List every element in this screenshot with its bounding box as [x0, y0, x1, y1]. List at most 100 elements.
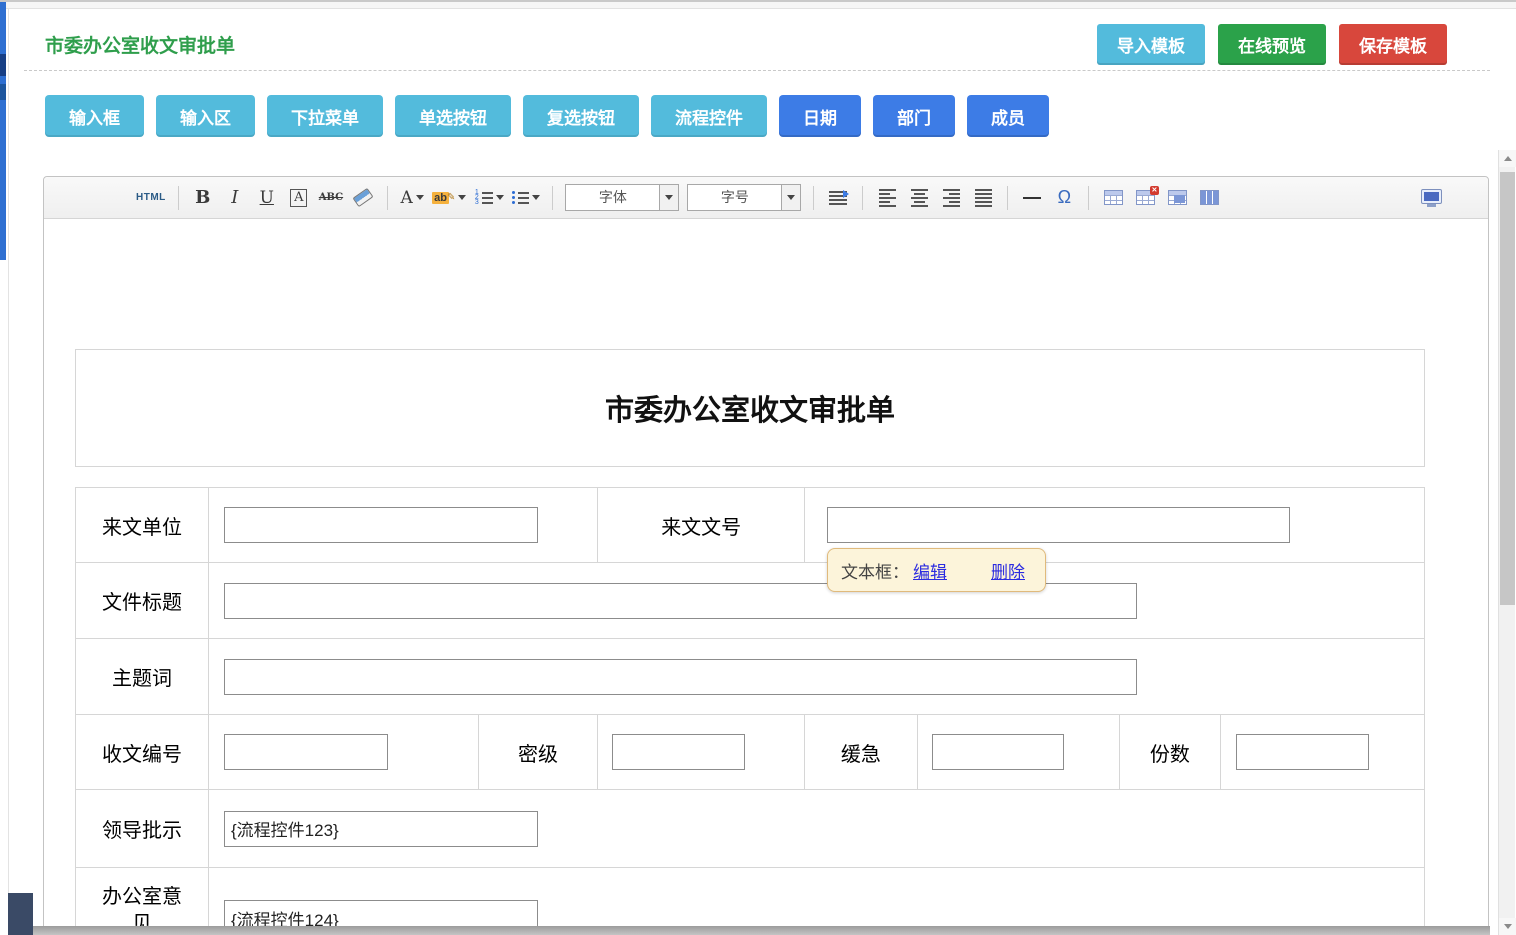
control-tooltip: 文本框： 编辑 删除 [827, 548, 1046, 592]
scroll-up-button[interactable] [1499, 150, 1516, 167]
boxed-a-button[interactable]: A [287, 184, 311, 212]
save-template-button[interactable]: 保存模板 [1339, 24, 1447, 65]
indent-icon [829, 191, 847, 205]
select-arrow-button[interactable] [781, 185, 800, 210]
chevron-down-icon [416, 195, 424, 200]
label-cell: 领导批示 [76, 790, 209, 867]
pencil-icon: ✎ [447, 192, 455, 203]
vertical-scrollbar[interactable] [1498, 150, 1515, 935]
unordered-list-icon [512, 191, 529, 204]
textarea-button[interactable]: 输入区 [156, 95, 255, 137]
table-row: 办公室意见 [76, 868, 1424, 935]
input-cell [209, 715, 479, 789]
indent-button[interactable] [826, 184, 850, 212]
html-source-button[interactable]: HTML [136, 184, 166, 212]
italic-button[interactable]: I [223, 184, 247, 212]
select-arrow-button[interactable] [659, 185, 678, 210]
flow-control-button[interactable]: 流程控件 [651, 95, 767, 137]
toolbar-separator [1007, 186, 1008, 210]
input-cell [918, 715, 1120, 789]
delete-table-icon: ✕ [1136, 190, 1155, 205]
panel-left-border [8, 9, 9, 926]
online-preview-button[interactable]: 在线预览 [1218, 24, 1326, 65]
scrollbar-thumb[interactable] [1500, 172, 1515, 605]
receipt-number-input[interactable] [224, 734, 388, 770]
align-right-icon [943, 189, 960, 207]
delete-link[interactable]: 删除 [991, 558, 1025, 583]
highlight-color-button[interactable]: ab ✎ [432, 184, 466, 212]
delete-table-button[interactable]: ✕ [1133, 184, 1157, 212]
toolbar-separator [862, 186, 863, 210]
table-properties-button[interactable] [1197, 184, 1221, 212]
urgency-input[interactable] [932, 734, 1064, 770]
input-cell [1221, 715, 1424, 789]
copies-input[interactable] [1236, 734, 1369, 770]
checkbox-button[interactable]: 复选按钮 [523, 95, 639, 137]
strikethrough-button[interactable]: ABC [319, 184, 343, 212]
table-row: 收文编号 密级 缓急 份数 [76, 715, 1424, 790]
arrow-down-icon [1504, 924, 1512, 929]
radio-button-button[interactable]: 单选按钮 [395, 95, 511, 137]
toolbar-separator [178, 186, 179, 210]
table-row: 文件标题 [76, 563, 1424, 639]
chevron-down-icon [532, 195, 540, 200]
member-button[interactable]: 成员 [967, 95, 1049, 137]
remove-format-button[interactable] [351, 184, 375, 212]
department-button[interactable]: 部门 [873, 95, 955, 137]
align-left-icon [879, 189, 896, 207]
document-title-box: 市委办公室收文审批单 [75, 349, 1425, 467]
bottom-left-block [8, 893, 33, 935]
dashed-separator [24, 70, 1490, 71]
ordered-list-button[interactable]: 1 2 3 [474, 184, 504, 212]
table-properties-icon [1200, 190, 1219, 205]
import-template-button[interactable]: 导入模板 [1097, 24, 1205, 65]
editor-canvas[interactable]: 市委办公室收文审批单 来文单位 来文文号 文件标题 [44, 219, 1488, 935]
horizontal-rule-button[interactable] [1020, 184, 1044, 212]
dropdown-menu-button[interactable]: 下拉菜单 [267, 95, 383, 137]
label-cell: 主题词 [76, 639, 209, 714]
align-justify-button[interactable] [971, 184, 995, 212]
document-title: 市委办公室收文审批单 [605, 387, 895, 429]
table-icon [1104, 190, 1123, 205]
font-color-button[interactable]: A [400, 184, 424, 212]
secrecy-level-input[interactable] [612, 734, 745, 770]
underline-button[interactable]: U [255, 184, 279, 212]
table-row: 主题词 [76, 639, 1424, 715]
arrow-up-icon [1504, 156, 1512, 161]
font-size-select[interactable]: 字号 [687, 184, 801, 211]
unordered-list-button[interactable] [512, 184, 540, 212]
scroll-down-button[interactable] [1499, 918, 1516, 935]
label-cell: 办公室意见 [76, 868, 209, 935]
chevron-down-icon [458, 195, 466, 200]
align-right-button[interactable] [939, 184, 963, 212]
toolbar-separator [813, 186, 814, 210]
bold-button[interactable]: B [191, 184, 215, 212]
incoming-doc-number-input[interactable] [827, 507, 1290, 543]
input-cell [209, 639, 1424, 714]
input-box-button[interactable]: 输入框 [45, 95, 144, 137]
align-center-button[interactable] [907, 184, 931, 212]
leader-instruction-input[interactable] [224, 811, 538, 847]
date-button[interactable]: 日期 [779, 95, 861, 137]
incoming-unit-input[interactable] [224, 507, 538, 543]
editor-toolbar: HTML B I U A ABC A ab ✎ 1 2 3 [44, 177, 1488, 219]
left-strip-mark [0, 84, 6, 100]
input-cell [209, 563, 1424, 638]
font-family-select[interactable]: 字体 [565, 184, 679, 211]
edit-link[interactable]: 编辑 [913, 558, 947, 583]
label-cell: 来文单位 [76, 488, 209, 562]
label-cell: 缓急 [805, 715, 918, 789]
special-character-button[interactable]: Ω [1052, 184, 1076, 212]
merge-cell-button[interactable] [1165, 184, 1189, 212]
fullscreen-button[interactable] [1421, 189, 1442, 207]
label-cell: 密级 [479, 715, 599, 789]
align-justify-icon [975, 189, 992, 207]
insert-table-button[interactable] [1101, 184, 1125, 212]
header-actions: 导入模板 在线预览 保存模板 [1097, 24, 1447, 65]
chevron-down-icon [787, 195, 795, 200]
subject-word-input[interactable] [224, 659, 1137, 695]
align-left-button[interactable] [875, 184, 899, 212]
component-button-row: 输入框 输入区 下拉菜单 单选按钮 复选按钮 流程控件 日期 部门 成员 [45, 95, 1049, 137]
monitor-stand [1427, 204, 1436, 207]
horizontal-rule-icon [1023, 197, 1041, 199]
